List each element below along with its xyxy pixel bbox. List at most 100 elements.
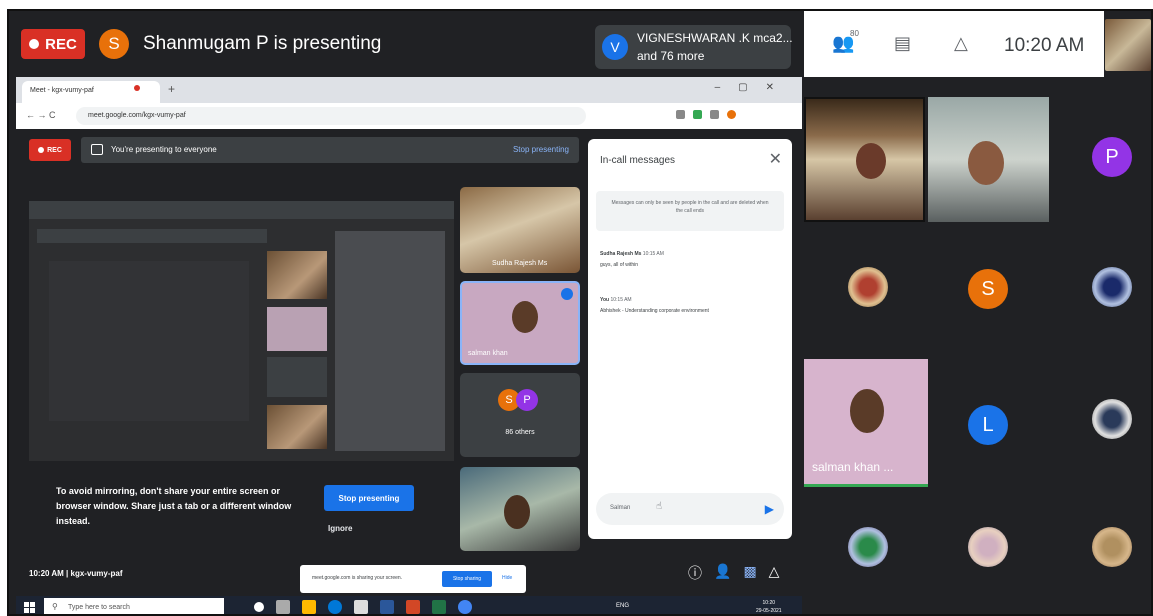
send-icon[interactable]: ▶ <box>765 502 774 516</box>
record-dot-icon <box>38 147 45 153</box>
mirroring-warning: To avoid mirroring, don't share your ent… <box>56 486 292 526</box>
participant-face <box>512 301 538 333</box>
inner-control-icons: ⓘ 👤 ▩ △ <box>688 563 779 583</box>
activities-icon[interactable]: △ <box>769 563 780 583</box>
ignore-button[interactable]: Ignore <box>328 524 352 533</box>
mirror-inner <box>49 261 249 421</box>
windows-start-icon[interactable] <box>24 602 35 613</box>
participants-chip[interactable]: V VIGNESHWARAN .K mca2... and 76 more <box>595 25 793 69</box>
participant-photo[interactable] <box>968 527 1008 567</box>
task-view-icon[interactable] <box>276 600 290 614</box>
inner-participant-tile[interactable]: Sudha Rajesh Ms <box>460 187 580 273</box>
close-icon[interactable]: ✕ <box>769 149 782 169</box>
self-view-thumbnail[interactable] <box>1105 19 1151 71</box>
participant-face <box>504 495 530 529</box>
participant-photo[interactable] <box>1092 267 1132 307</box>
message-time: 10:15 AM <box>610 297 632 303</box>
message-body: Abhishek - Understanding corporate envir… <box>600 308 709 314</box>
search-icon: ⚲ <box>52 602 58 611</box>
nav-arrows-icon[interactable]: ← → C <box>26 110 56 120</box>
participant-avatar: V <box>602 34 628 60</box>
message-input[interactable]: Salman ☝ ▶ <box>596 493 784 525</box>
extension-icon[interactable] <box>710 110 719 119</box>
stop-presenting-button[interactable]: Stop presenting <box>324 485 414 511</box>
participant-tile[interactable] <box>804 97 925 222</box>
excel-icon[interactable] <box>432 600 446 614</box>
people-icon[interactable]: 👤 <box>714 563 731 583</box>
extension-icon[interactable] <box>676 110 685 119</box>
browser-tab[interactable]: Meet - kgx-vumy-paf <box>22 81 160 103</box>
participant-photo[interactable] <box>848 527 888 567</box>
window-controls[interactable]: –▢✕ <box>715 82 792 93</box>
screen-share-notice: meet.google.com is sharing your screen. … <box>300 565 526 593</box>
stop-sharing-button[interactable]: Stop sharing <box>442 571 492 587</box>
taskbar-clock[interactable]: 10:20 29-05-2021 <box>756 599 782 614</box>
in-call-messages-panel: In-call messages ✕ Messages can only be … <box>588 139 792 539</box>
mirror-tile <box>267 357 327 397</box>
chrome-icon[interactable] <box>458 600 472 614</box>
taskbar-date: 29-05-2021 <box>756 608 782 614</box>
profile-icon[interactable] <box>727 110 736 119</box>
presenter-avatar: S <box>99 29 129 59</box>
windows-taskbar: ⚲ Type here to search ENG 10:20 29-05-20… <box>16 596 802 614</box>
participant-tile-speaking[interactable]: salman khan ... <box>804 359 928 487</box>
banner-text: You're presenting to everyone <box>111 145 217 154</box>
cortana-icon[interactable] <box>254 602 264 612</box>
tile-label: salman khan <box>468 350 508 357</box>
inner-participant-tile-speaking[interactable]: salman khan <box>460 281 580 365</box>
extension-icons[interactable] <box>676 110 736 122</box>
participant-avatar[interactable]: P <box>1092 137 1132 177</box>
inner-recording-indicator: REC <box>29 139 71 161</box>
inner-rec-label: REC <box>47 146 62 154</box>
others-avatar: P <box>516 389 538 411</box>
taskbar-time: 10:20 <box>762 600 776 606</box>
sender-name: You <box>600 297 610 303</box>
info-icon[interactable]: ⓘ <box>688 563 702 583</box>
mirror-tile <box>267 251 327 299</box>
browser-address-bar: ← → C meet.google.com/kgx-vumy-paf <box>16 103 802 129</box>
speaking-mic-icon <box>561 288 573 300</box>
participant-photo[interactable] <box>1092 399 1132 439</box>
mirror-panel <box>335 231 445 451</box>
presenting-status: Shanmugam P is presenting <box>143 33 382 54</box>
screenshot-frame: REC S Shanmugam P is presenting V VIGNES… <box>7 9 1153 616</box>
participant-tile[interactable] <box>928 97 1049 222</box>
edge-icon[interactable] <box>328 600 342 614</box>
hide-button[interactable]: Hide <box>502 575 512 581</box>
recording-indicator: REC <box>21 29 85 59</box>
store-icon[interactable] <box>354 600 368 614</box>
share-notice-text: meet.google.com is sharing your screen. <box>312 575 403 581</box>
sender-name: Sudha Rajesh Ms <box>600 251 642 257</box>
meeting-top-bar: REC S Shanmugam P is presenting V VIGNES… <box>9 11 1151 78</box>
participant-avatar[interactable]: L <box>968 405 1008 445</box>
inner-others-tile[interactable]: S P 86 others <box>460 373 580 457</box>
banner-stop-presenting[interactable]: Stop presenting <box>513 145 569 154</box>
powerpoint-icon[interactable] <box>406 600 420 614</box>
url-field[interactable]: meet.google.com/kgx-vumy-paf <box>76 107 586 125</box>
new-tab-icon[interactable]: + <box>168 82 175 96</box>
chat-icon[interactable]: ▩ <box>743 563 756 583</box>
taskbar-search[interactable]: ⚲ Type here to search <box>44 598 224 614</box>
file-explorer-icon[interactable] <box>302 600 316 614</box>
participant-more: and 76 more <box>637 49 705 63</box>
participant-photo[interactable] <box>1092 527 1132 567</box>
participant-name: VIGNESHWARAN .K mca2... <box>637 31 793 45</box>
system-tray[interactable]: ENG <box>616 603 629 609</box>
extension-icon[interactable] <box>693 110 702 119</box>
taskbar-apps <box>254 600 472 614</box>
participant-face <box>856 143 886 179</box>
messages-note: Messages can only be seen by people in t… <box>596 191 784 231</box>
mirror-bar <box>37 229 267 243</box>
participant-avatar[interactable]: S <box>968 269 1008 309</box>
chat-icon[interactable]: ▤ <box>894 33 911 54</box>
mouse-cursor-icon: ☝ <box>656 501 663 512</box>
tile-label: Sudha Rajesh Ms <box>492 260 548 267</box>
word-icon[interactable] <box>380 600 394 614</box>
message-input-value: Salman <box>610 505 631 511</box>
participant-photo[interactable] <box>848 267 888 307</box>
meeting-clock: 10:20 AM <box>1004 35 1085 56</box>
activities-icon[interactable]: △ <box>954 33 968 54</box>
message-body: guys, all of within <box>600 262 639 268</box>
top-controls: 👥 80 ▤ △ 10:20 AM <box>804 11 1104 78</box>
inner-participant-tile[interactable] <box>460 467 580 551</box>
